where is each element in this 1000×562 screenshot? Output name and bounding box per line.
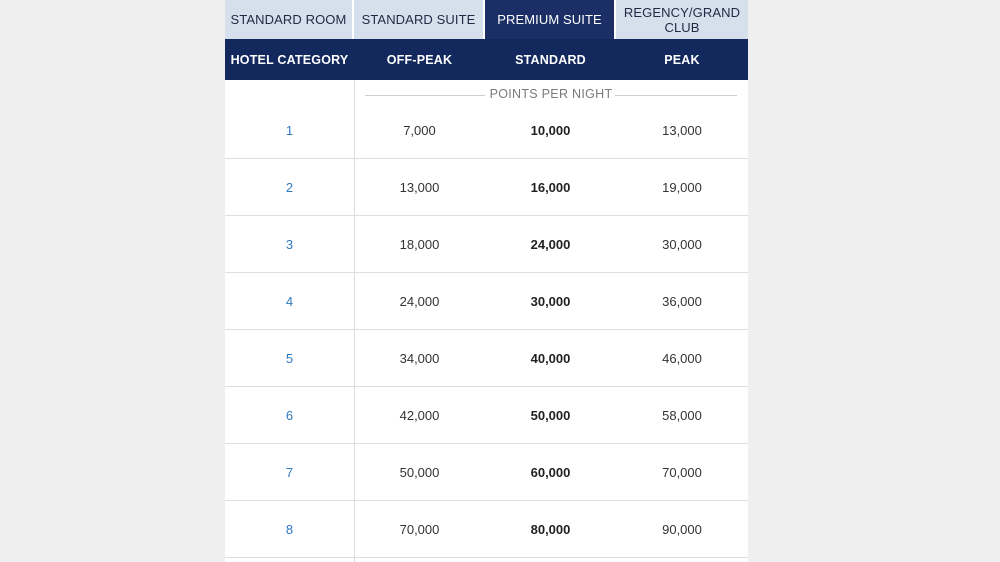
peak-value: 90,000 [662,521,702,537]
standard-value: 24,000 [530,236,571,252]
off-peak-value: 34,000 [399,350,440,366]
room-type-tabs: STANDARD ROOM STANDARD SUITE PREMIUM SUI… [225,0,748,39]
peak-value: 70,000 [662,464,702,480]
table-row: 1 7,000 10,000 13,000 [225,102,748,159]
header-peak: PEAK [664,52,700,67]
table-row: 2 13,000 16,000 19,000 [225,159,748,216]
off-peak-value: 42,000 [399,407,440,423]
category-link[interactable]: 6 [225,387,354,443]
standard-value: 50,000 [530,407,571,423]
table-row: 5 34,000 40,000 46,000 [225,330,748,387]
category-link[interactable]: 5 [225,330,354,386]
header-off-peak: OFF-PEAK [386,52,453,67]
off-peak-value: 50,000 [399,464,440,480]
table-row: 8 70,000 80,000 90,000 [225,501,748,558]
standard-value: 10,000 [530,122,571,138]
category-link[interactable]: 1 [225,102,354,158]
category-link[interactable]: 7 [225,444,354,500]
category-link[interactable]: 4 [225,273,354,329]
peak-value: 13,000 [662,122,702,138]
table-row: 6 42,000 50,000 58,000 [225,387,748,444]
tab-premium-suite[interactable]: PREMIUM SUITE [485,0,616,39]
standard-value: 16,000 [530,179,571,195]
subheader-label: POINTS PER NIGHT [489,87,613,101]
award-chart-panel: STANDARD ROOM STANDARD SUITE PREMIUM SUI… [225,0,748,562]
standard-value: 30,000 [530,293,571,309]
standard-value: 80,000 [530,521,571,537]
peak-value: 30,000 [662,236,702,252]
peak-value: 46,000 [662,350,702,366]
peak-value: 58,000 [662,407,702,423]
off-peak-value: 24,000 [399,293,440,309]
table-row: 4 24,000 30,000 36,000 [225,273,748,330]
tab-standard-room[interactable]: STANDARD ROOM [225,0,354,39]
off-peak-value: 13,000 [399,179,440,195]
peak-value: 36,000 [662,293,702,309]
subheader-rule-right [615,95,737,96]
tab-regency-grand-club[interactable]: REGENCY/GRAND CLUB [616,0,748,39]
table-row: 3 18,000 24,000 30,000 [225,216,748,273]
header-standard: STANDARD [515,52,586,67]
standard-value: 60,000 [530,464,571,480]
off-peak-value: 7,000 [403,122,436,138]
category-link[interactable]: 2 [225,159,354,215]
table-header: HOTEL CATEGORY OFF-PEAK STANDARD PEAK [225,39,748,80]
category-link[interactable]: 3 [225,216,354,272]
off-peak-value: 18,000 [399,236,440,252]
standard-value: 40,000 [530,350,571,366]
tab-standard-suite[interactable]: STANDARD SUITE [354,0,485,39]
peak-value: 19,000 [662,179,702,195]
off-peak-value: 70,000 [399,521,440,537]
table-row: 7 50,000 60,000 70,000 [225,444,748,501]
category-link[interactable]: 8 [225,501,354,557]
header-hotel-category: HOTEL CATEGORY [230,52,349,67]
subheader-rule-left [365,95,485,96]
